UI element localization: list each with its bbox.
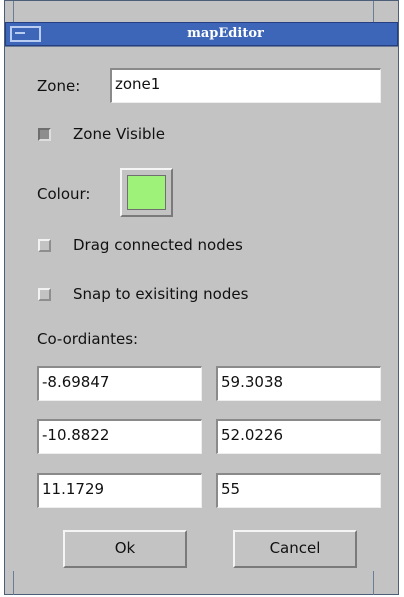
coord-x-field-1[interactable]: -8.69847	[37, 366, 202, 401]
coord-x-field-2[interactable]: -10.8822	[37, 419, 202, 454]
window-title: mapEditor	[187, 26, 264, 41]
drag-connected-nodes-checkbox[interactable]	[38, 239, 51, 252]
window-border-left	[13, 1, 14, 23]
cancel-button[interactable]: Cancel	[233, 530, 357, 568]
coord-y-field-1[interactable]: 59.3038	[216, 366, 381, 401]
coord-x-field-3[interactable]: 11.1729	[37, 473, 202, 508]
drag-connected-nodes-label: Drag connected nodes	[73, 236, 243, 254]
zone-visible-checkbox[interactable]	[38, 128, 51, 141]
coord-y-field-3[interactable]: 55	[216, 473, 381, 508]
snap-to-nodes-checkbox[interactable]	[38, 288, 51, 301]
coord-y-field-2[interactable]: 52.0226	[216, 419, 381, 454]
zone-visible-label: Zone Visible	[73, 125, 165, 143]
coordinates-label: Co-ordiantes:	[37, 330, 139, 348]
window-menu-icon[interactable]	[10, 26, 41, 42]
snap-to-nodes-label: Snap to exisiting nodes	[73, 285, 249, 303]
window-border-bottom-right	[373, 571, 374, 595]
colour-label: Colour:	[37, 185, 91, 203]
title-bar[interactable]: mapEditor	[5, 22, 398, 46]
window-border-bottom-left	[13, 571, 14, 595]
ok-button[interactable]: Ok	[63, 530, 187, 568]
title-divider	[5, 46, 398, 47]
colour-swatch	[127, 175, 166, 210]
window-border-right	[373, 1, 374, 23]
colour-picker-button[interactable]	[120, 168, 173, 217]
zone-label: Zone:	[37, 77, 81, 95]
zone-name-field[interactable]: zone1	[110, 68, 381, 103]
